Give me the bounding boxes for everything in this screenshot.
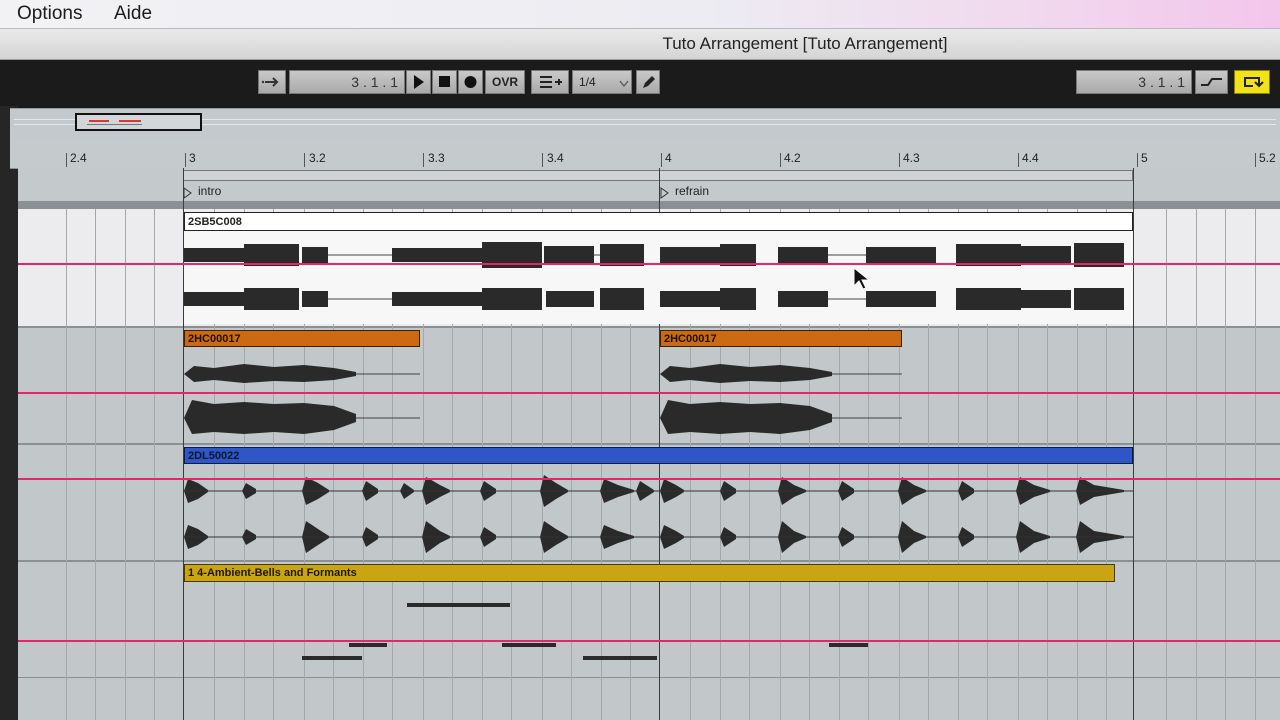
loop-brace[interactable]	[183, 170, 1133, 181]
ruler-label: 5	[1141, 151, 1148, 165]
locator-intro-label: intro	[198, 184, 222, 198]
midi-note[interactable]	[583, 656, 657, 660]
midi-note[interactable]	[349, 643, 387, 647]
clip-name: 2SB5C008	[184, 212, 1133, 231]
quantize-menu-button[interactable]	[531, 70, 569, 94]
clip-name: 2DL50022	[184, 447, 1133, 464]
record-button[interactable]	[458, 70, 483, 94]
stop-icon	[439, 76, 450, 87]
draw-mode-button[interactable]	[636, 70, 660, 94]
grid-line	[1255, 209, 1256, 720]
automation-line	[18, 478, 1280, 480]
lane-separator	[18, 201, 1280, 209]
ruler-label: 4.4	[1022, 151, 1039, 165]
grid-line	[154, 209, 155, 720]
ruler-tick	[899, 153, 900, 167]
ruler-tick	[66, 153, 67, 167]
window-title: Tuto Arrangement [Tuto Arrangement]	[662, 34, 948, 53]
menu-aide[interactable]: Aide	[114, 3, 152, 25]
audio-clip[interactable]: 2HC00017	[660, 330, 902, 440]
ruler-label: 2.4	[70, 151, 87, 165]
transport-bar: 3 . 1 . 1 OVR 1/4 3 . 1 . 1	[0, 60, 1280, 106]
window-titlebar: Tuto Arrangement [Tuto Arrangement]	[0, 29, 1280, 60]
song-position-value: 3 . 1 . 1	[351, 74, 398, 90]
record-icon	[464, 76, 477, 88]
automation-line	[18, 263, 1280, 265]
automation-line	[18, 392, 1280, 394]
quantize-select[interactable]: 1/4	[572, 70, 632, 94]
grid-line	[125, 209, 126, 720]
ruler-tick	[185, 153, 186, 167]
ruler-tick	[1255, 153, 1256, 167]
overview-view-box[interactable]	[75, 113, 202, 131]
follow-button[interactable]	[258, 70, 286, 94]
ruler-label: 4.2	[784, 151, 801, 165]
bar-line	[1133, 168, 1134, 720]
loop-switch-button[interactable]	[1234, 70, 1270, 94]
ruler-label: 3	[189, 151, 196, 165]
audio-clip[interactable]: 2HC00017	[184, 330, 420, 440]
grid-line	[1166, 209, 1167, 720]
song-position-field[interactable]: 3 . 1 . 1	[289, 70, 405, 94]
stop-button[interactable]	[432, 70, 457, 94]
ruler-tick	[423, 153, 424, 167]
ruler-tick	[1018, 153, 1019, 167]
loop-switch-icon	[1244, 77, 1264, 88]
loop-start-field[interactable]: 3 . 1 . 1	[1076, 70, 1192, 94]
punch-in-button[interactable]	[1195, 70, 1228, 94]
punch-in-icon	[1201, 78, 1222, 86]
track-divider	[18, 560, 1280, 562]
arrangement-left-border	[0, 106, 18, 720]
ruler-label: 4.3	[903, 151, 920, 165]
beat-time-ruler[interactable]	[10, 138, 1280, 169]
loop-start-value: 3 . 1 . 1	[1138, 74, 1185, 90]
locator-arrow-icon	[183, 187, 192, 199]
ovr-button[interactable]: OVR	[485, 70, 525, 94]
menu-bar: Options Aide	[0, 0, 1280, 29]
automation-line	[18, 640, 1280, 642]
waveform	[184, 364, 420, 434]
waveform	[184, 475, 1133, 553]
midi-note[interactable]	[302, 656, 362, 660]
midi-note[interactable]	[407, 603, 510, 607]
ruler-label: 3.3	[428, 151, 445, 165]
play-icon	[414, 75, 424, 89]
clip-name: 1 4-Ambient-Bells and Formants	[184, 564, 1115, 582]
play-button[interactable]	[406, 70, 431, 94]
track-divider	[18, 443, 1280, 445]
locator-refrain-label: refrain	[675, 184, 710, 198]
pencil-icon	[643, 76, 655, 88]
clip-name: 2HC00017	[184, 330, 420, 347]
ruler-tick	[661, 153, 662, 167]
ruler-tick	[780, 153, 781, 167]
grid-line	[1225, 209, 1226, 720]
ovr-label: OVR	[491, 75, 518, 89]
quantize-menu-icon	[540, 76, 562, 88]
midi-note[interactable]	[829, 643, 868, 647]
midi-note[interactable]	[502, 643, 556, 647]
audio-clip[interactable]: 2SB5C008	[184, 212, 1133, 324]
waveform	[184, 242, 1124, 310]
clip-name: 2HC00017	[660, 330, 902, 347]
mouse-pointer-icon	[853, 267, 871, 290]
menu-options[interactable]: Options	[17, 3, 82, 25]
ruler-tick	[1137, 153, 1138, 167]
ruler-label: 4	[665, 151, 672, 165]
ruler-tick	[304, 153, 305, 167]
grid-line	[66, 209, 67, 720]
ruler-label: 5.2	[1259, 151, 1276, 165]
waveform	[660, 364, 902, 434]
track-divider	[18, 326, 1280, 328]
grid-line	[1196, 209, 1197, 720]
grid-line	[95, 209, 96, 720]
chevron-down-icon	[619, 80, 629, 87]
audio-clip[interactable]: 2DL50022	[184, 447, 1133, 557]
ruler-tick	[542, 153, 543, 167]
follow-arrow-icon	[261, 77, 279, 87]
ruler-label: 3.2	[309, 151, 326, 165]
locator-arrow-icon	[660, 187, 669, 199]
ruler-label: 3.4	[547, 151, 564, 165]
